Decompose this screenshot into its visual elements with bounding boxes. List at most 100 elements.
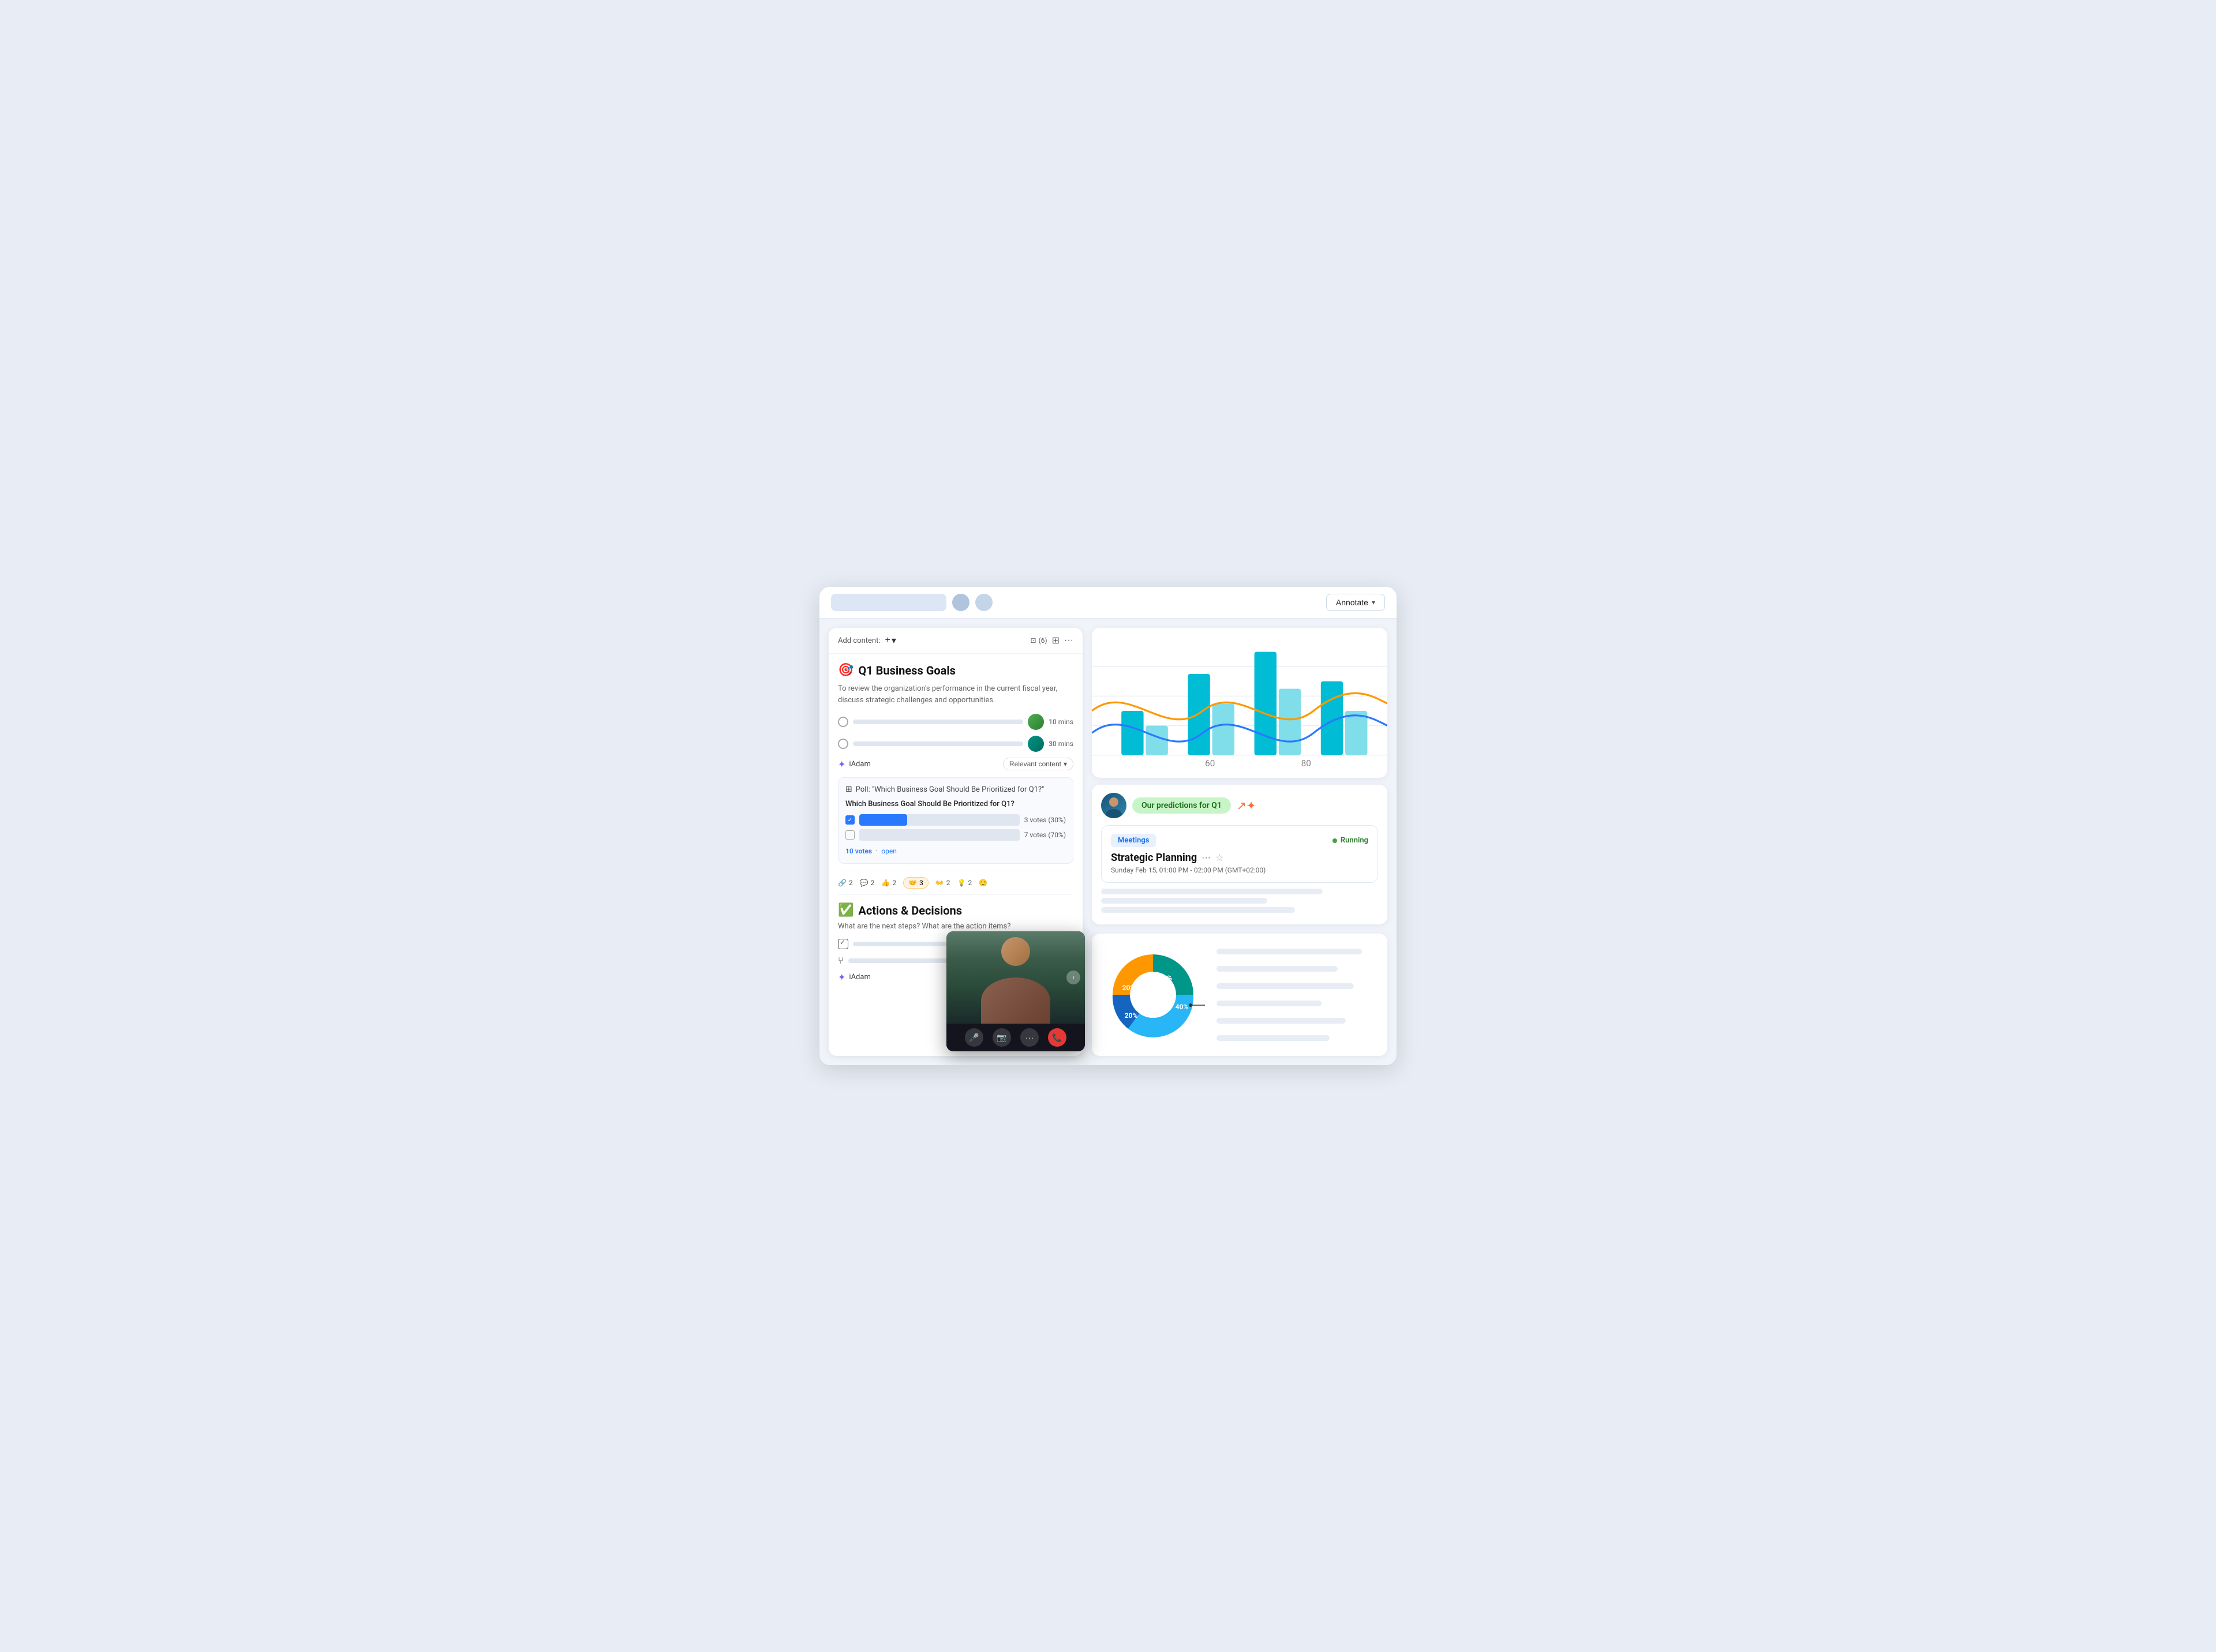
actions-emoji-icon: ✅ [838,903,854,917]
poll-votes-2: 7 votes (70%) [1024,831,1066,839]
running-dot [1332,838,1337,843]
action-checkbox-1[interactable] [838,939,848,949]
poll-checkbox-unchecked[interactable] [845,830,855,840]
microphone-button[interactable]: 🎤 [965,1028,983,1047]
poll-section: ⊞ Poll: "Which Business Goal Should Be P… [838,777,1073,864]
poll-checkbox-checked[interactable] [845,815,855,825]
task-avatar-2 [1028,736,1044,752]
task-avatar-1 [1028,714,1044,730]
card-title: 🎯 Q1 Business Goals [838,663,1073,677]
camera-button[interactable]: 📷 [993,1028,1011,1047]
top-bar-right: Annotate ▾ [1326,594,1385,611]
meeting-title-row: Strategic Planning ··· ☆ [1111,852,1368,864]
count-badge: ⊡ (6) [1031,636,1047,645]
predictions-row: Our predictions for Q1 ↗✦ [1101,793,1378,818]
template-button[interactable]: ⊞ [1052,635,1060,646]
reaction-hands: 👐 2 [935,879,950,887]
skeleton-line-1 [1101,889,1323,894]
actions-heading: Actions & Decisions [858,904,962,917]
iadaim-label-2: iAdam [849,973,870,982]
meeting-info-card: Meetings Running Strategic Planning ··· … [1101,825,1378,883]
hands-count: 2 [946,879,950,887]
video-content: ‹ [946,931,1085,1024]
poll-icon: ⊞ [845,785,852,794]
task-time-2: 30 mins [1049,740,1073,748]
avatar-1 [952,594,969,611]
main-content: Add content: + ▾ ⊡ (6) ⊞ ··· 🎯 [819,619,1397,1065]
link-count: 2 [849,879,853,887]
meeting-more-button[interactable]: ··· [1201,853,1211,863]
more-options-button[interactable]: ··· [1020,1028,1039,1047]
reaction-bulb: 💡 2 [957,879,972,887]
poll-header-label: Poll: "Which Business Goal Should Be Pri… [856,785,1045,794]
iadaim-icon: ✦ [838,759,845,770]
more-button[interactable]: ··· [1064,635,1073,646]
reaction-comment: 💬 2 [860,879,875,887]
poll-bar-container-1 [859,814,1020,826]
app-container: Annotate ▾ Add content: + ▾ ⊡ (6) [819,587,1397,1065]
like-icon: 👍 [881,879,890,887]
relevant-content-button[interactable]: Relevant content ▾ [1003,758,1073,770]
task-item-1: 10 mins [838,714,1073,730]
task-item-2: 30 mins [838,736,1073,752]
donut-chart: 20% 40% 20% 20% 40% [1101,943,1205,1047]
poll-option-1: 3 votes (30%) [845,814,1066,826]
goal-emoji-icon: 🎯 [838,663,854,677]
poll-bar-container-2 [859,829,1020,841]
user-avatar [1101,793,1126,818]
bulb-icon: 💡 [957,879,966,887]
fork-icon: ⑂ [838,955,844,966]
poll-bar-2 [859,829,971,841]
task-time-1: 10 mins [1049,718,1073,726]
running-label: Running [1341,836,1368,845]
top-bar: Annotate ▾ [819,587,1397,619]
reaction-emoji-badge[interactable]: 🤝 3 [903,877,929,889]
meeting-title: Strategic Planning [1111,852,1197,864]
copy-icon: ⊡ [1031,636,1036,645]
hands-icon: 👐 [935,879,944,887]
end-call-button[interactable]: 📞 [1048,1028,1066,1047]
meeting-info-header: Meetings Running [1111,834,1368,847]
video-toggle-button[interactable]: ‹ [1066,971,1080,984]
donut-skeleton-4 [1216,1001,1322,1006]
meeting-star-button[interactable]: ☆ [1215,852,1223,864]
meeting-card: Our predictions for Q1 ↗✦ Meetings Runni… [1092,785,1387,924]
meetings-tag: Meetings [1111,834,1156,847]
relevant-content-label: Relevant content [1009,760,1061,768]
donut-skeleton-5 [1216,1018,1346,1024]
add-content-label: Add content: [838,636,881,645]
card-description: To review the organization's performance… [838,683,1073,706]
poll-total-votes: 10 votes [845,847,872,855]
emoji-icon: 🤝 [908,879,917,887]
smiley-icon: 🙂 [979,879,987,887]
chart-area: 60 80 [1092,628,1387,778]
annotate-button[interactable]: Annotate ▾ [1326,594,1385,611]
search-bar[interactable] [831,594,946,611]
comment-count: 2 [871,879,875,887]
plus-icon: + [885,635,890,646]
reaction-like: 👍 2 [881,879,896,887]
iadaim-icon-2: ✦ [838,972,845,983]
chart-svg: 60 80 [1092,637,1387,770]
meeting-time: Sunday Feb 15, 01:00 PM - 02:00 PM (GMT+… [1111,866,1368,874]
iadaim-label: iAdam [849,760,870,769]
radio-button-2[interactable] [838,739,848,749]
task-bar-2 [853,741,1023,746]
skeleton-line-2 [1101,898,1267,904]
poll-open-label: open [881,847,897,855]
skeleton-rows [1101,889,1378,913]
donut-skeleton-6 [1216,1035,1330,1041]
radio-button-1[interactable] [838,717,848,727]
add-button[interactable]: + ▾ [885,635,896,646]
bulb-count: 2 [968,879,972,887]
avatar-2 [975,594,993,611]
chevron-icon: ▾ [892,635,896,646]
poll-option-2: 7 votes (70%) [845,829,1066,841]
svg-text:80: 80 [1301,758,1311,769]
chevron-down-icon: ▾ [1372,598,1375,606]
comment-icon: 💬 [860,879,869,887]
annotate-label: Annotate [1336,598,1368,607]
poll-votes-1: 3 votes (30%) [1024,816,1066,824]
poll-footer: 10 votes · open [845,845,1066,856]
card-heading: Q1 Business Goals [858,664,956,677]
